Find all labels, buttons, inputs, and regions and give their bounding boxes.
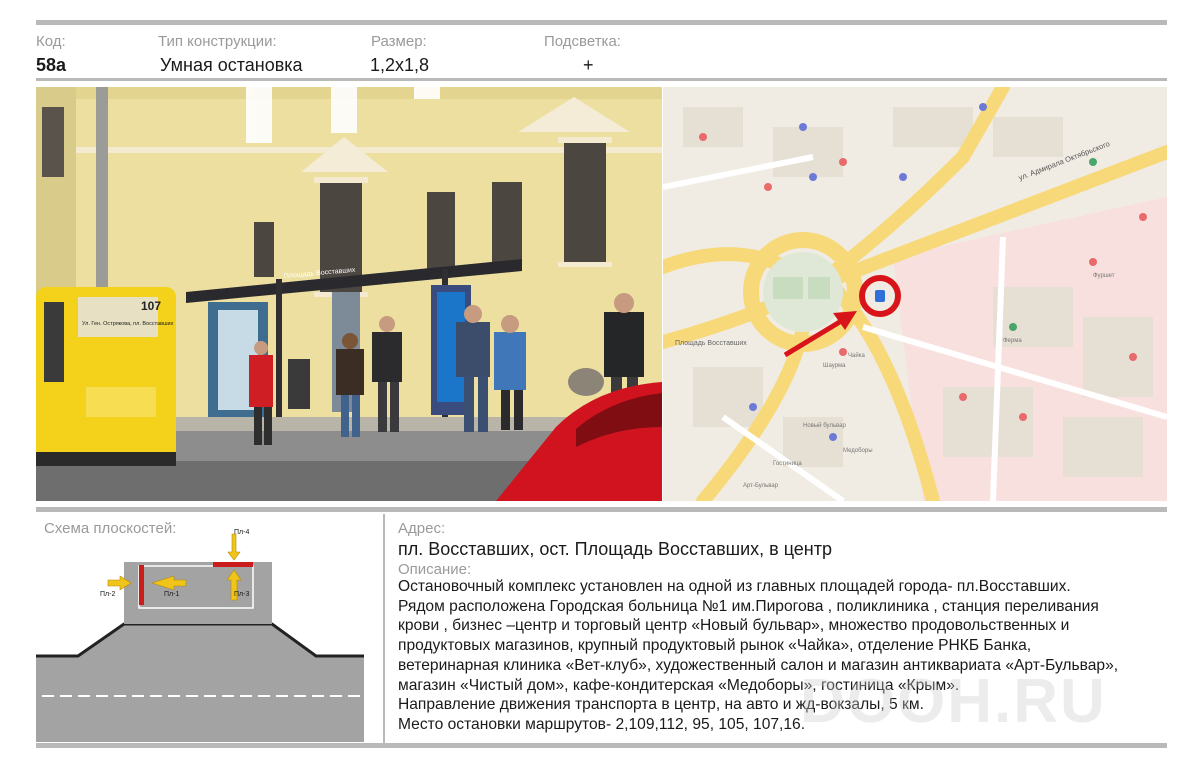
- description-label: Описание:: [398, 561, 472, 578]
- description-line: продуктовых магазинов, крупный продуктов…: [398, 637, 1032, 655]
- poi-label: Чайка: [848, 352, 865, 359]
- light-value: +: [583, 55, 594, 75]
- watermark: DOOH.RU: [800, 667, 1107, 736]
- poi-label: Ферма: [1003, 338, 1022, 344]
- poi-label: Гостиница: [773, 461, 802, 467]
- code-label: Код:: [36, 33, 66, 50]
- poi-label: Фуршет: [1093, 273, 1115, 279]
- type-value: Умная остановка: [160, 55, 303, 75]
- plane-label-3: Пл-3: [234, 591, 249, 598]
- size-value: 1,2х1,8: [370, 55, 430, 75]
- header-rule: [36, 78, 1167, 81]
- scheme-diagram: Пл-4 Пл-2 Пл-1 Пл-3: [36, 520, 376, 742]
- top-rule: [36, 20, 1167, 25]
- poi-label: Арт-Бульвар: [743, 483, 779, 489]
- location-map: ул. Адмирала Октябрьского Площадь Восста…: [663, 87, 1167, 501]
- type-label: Тип конструкции:: [158, 33, 277, 50]
- description-line: Остановочный комплекс установлен на одно…: [398, 578, 1071, 595]
- poi-label: Медоборы: [843, 448, 873, 454]
- plane-label-1: Пл-1: [164, 591, 179, 598]
- description-line: Рядом расположена Городская больница №1 …: [398, 597, 1099, 615]
- light-label: Подсветка:: [544, 33, 621, 50]
- plane-label-2: Пл-2: [100, 591, 115, 598]
- poi-label: Шаурма: [823, 363, 846, 369]
- address-label: Адрес:: [398, 520, 446, 537]
- poi-label: Новый бульвар: [803, 422, 846, 429]
- section-divider: [383, 514, 385, 743]
- bus-route: Ул. Ген. Острякова, пл. Восставших: [82, 321, 174, 327]
- square-label: Площадь Восставших: [675, 340, 747, 347]
- bus-number: 107: [141, 299, 161, 313]
- plane-label-4: Пл-4: [234, 529, 249, 536]
- code-value: 58а: [36, 55, 67, 75]
- address-value: пл. Восставших, ост. Площадь Восставших,…: [398, 539, 833, 559]
- bus-stop-photo: 107 Ул. Ген. Острякова, пл. Восставших П…: [36, 87, 662, 501]
- description-line: крови , бизнес –центр и торговый центр «…: [398, 617, 1070, 635]
- middle-rule: [36, 507, 1167, 512]
- bus-stop-icon: [875, 290, 885, 302]
- size-label: Размер:: [371, 33, 427, 50]
- bottom-rule: [36, 743, 1167, 748]
